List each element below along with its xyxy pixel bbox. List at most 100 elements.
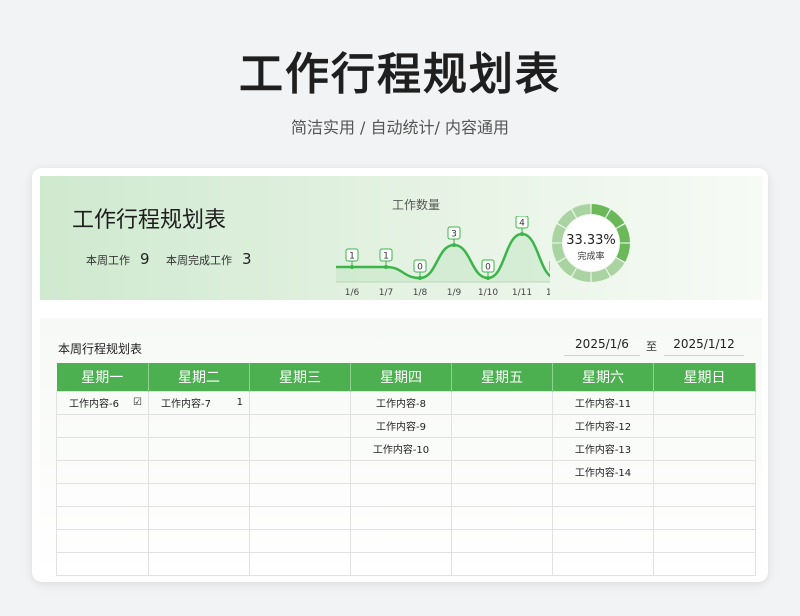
schedule-cell[interactable] [350, 482, 452, 507]
task-label: 工作内容-9 [376, 422, 426, 433]
date-to-field[interactable]: 2025/1/12 [664, 334, 744, 356]
week-done-stat: 本周完成工作 3 [166, 250, 252, 268]
schedule-cell[interactable]: 工作内容-13 [552, 436, 654, 461]
schedule-card: 工作行程规划表 本周工作 9 本周完成工作 3 工作数量 1 1/6 1 1/7 0 1/… [32, 168, 768, 582]
weekly-table-title: 本周行程规划表 [58, 342, 143, 356]
data-label: 1 [349, 252, 355, 262]
schedule-cell[interactable] [653, 459, 756, 484]
schedule-cell[interactable] [249, 413, 351, 438]
schedule-cell[interactable] [56, 482, 149, 507]
week-work-label: 本周工作 [86, 254, 130, 267]
x-tick-label: 1/7 [379, 288, 393, 296]
schedule-cell[interactable] [653, 390, 756, 415]
schedule-cell[interactable] [653, 436, 756, 461]
schedule-cell[interactable] [451, 459, 553, 484]
schedule-cell[interactable] [451, 413, 553, 438]
schedule-cell[interactable] [653, 528, 756, 553]
weekday-header: 星期五 [451, 363, 553, 391]
schedule-cell[interactable] [249, 551, 351, 576]
table-row: 工作内容-14 [56, 459, 756, 484]
schedule-cell[interactable]: 工作内容-9 [350, 413, 452, 438]
weekday-header: 星期四 [350, 363, 452, 391]
schedule-cell[interactable] [451, 482, 553, 507]
schedule-cell[interactable] [350, 551, 452, 576]
weekly-schedule-table: 星期一 星期二 星期三 星期四 星期五 星期六 星期日 工作内容-6 ☑ 工作内容-7 1 工作内容… [56, 363, 756, 576]
task-label: 工作内容-7 [161, 399, 211, 410]
schedule-cell[interactable] [56, 459, 149, 484]
schedule-cell[interactable] [653, 413, 756, 438]
schedule-cell[interactable] [249, 459, 351, 484]
table-row [56, 528, 756, 553]
schedule-cell[interactable] [350, 459, 452, 484]
schedule-cell[interactable] [552, 528, 654, 553]
schedule-cell[interactable] [451, 436, 553, 461]
schedule-cell[interactable] [56, 436, 149, 461]
schedule-cell[interactable] [552, 482, 654, 507]
work-count-line-chart: 11/611/701/831/901/1041/1101/12 [336, 216, 550, 296]
chart-title: 工作数量 [392, 198, 441, 212]
schedule-cell[interactable] [148, 551, 250, 576]
task-label: 工作内容-13 [574, 445, 632, 456]
date-from-field[interactable]: 2025/1/6 [564, 334, 640, 356]
task-label: 工作内容-6 [69, 399, 119, 410]
series-area [336, 234, 550, 282]
x-tick-label: 1/10 [478, 288, 498, 296]
schedule-cell[interactable]: 工作内容-12 [552, 413, 654, 438]
summary-panel: 工作行程规划表 本周工作 9 本周完成工作 3 工作数量 1 1/6 1 1/7 0 1/… [40, 176, 762, 300]
schedule-cell[interactable] [148, 528, 250, 553]
checkbox-icon[interactable]: ☑ [133, 397, 142, 408]
schedule-cell[interactable]: 工作内容-7 1 [148, 390, 250, 415]
schedule-cell[interactable] [350, 505, 452, 530]
schedule-cell[interactable] [56, 551, 149, 576]
date-separator: 至 [646, 340, 657, 353]
table-row [56, 505, 756, 530]
data-label: 0 [417, 263, 423, 273]
schedule-cell[interactable] [148, 459, 250, 484]
week-done-value: 3 [242, 250, 252, 268]
table-row [56, 482, 756, 507]
schedule-cell[interactable] [148, 505, 250, 530]
task-label: 工作内容-14 [574, 468, 632, 479]
task-label: 工作内容-10 [372, 445, 430, 456]
schedule-cell[interactable]: 工作内容-14 [552, 459, 654, 484]
schedule-cell[interactable]: 工作内容-10 [350, 436, 452, 461]
schedule-cell[interactable] [249, 482, 351, 507]
schedule-cell[interactable] [653, 505, 756, 530]
x-tick-label: 1/11 [512, 288, 532, 296]
task-label: 工作内容-11 [574, 399, 632, 410]
schedule-cell[interactable] [56, 528, 149, 553]
weekday-header: 星期六 [552, 363, 654, 391]
data-label: 4 [519, 219, 525, 229]
table-row: 工作内容-6 ☑ 工作内容-7 1 工作内容-8 工作内容-11 [56, 390, 756, 415]
schedule-cell[interactable] [56, 413, 149, 438]
schedule-cell[interactable] [148, 436, 250, 461]
data-label: 3 [451, 230, 457, 240]
schedule-cell[interactable] [451, 505, 553, 530]
schedule-cell[interactable] [148, 413, 250, 438]
completion-value: 33.33% [566, 233, 616, 248]
schedule-cell[interactable]: 工作内容-8 [350, 390, 452, 415]
schedule-cell[interactable] [653, 482, 756, 507]
page-subtitle: 简洁实用 / 自动统计/ 内容通用 [290, 118, 510, 137]
schedule-cell[interactable] [56, 505, 149, 530]
table-row [56, 551, 756, 576]
schedule-cell[interactable] [451, 390, 553, 415]
schedule-cell[interactable]: 工作内容-11 [552, 390, 654, 415]
schedule-cell[interactable] [350, 528, 452, 553]
table-row: 工作内容-10 工作内容-13 [56, 436, 756, 461]
schedule-cell[interactable] [249, 436, 351, 461]
schedule-cell[interactable]: 工作内容-6 ☑ [56, 390, 149, 415]
x-tick-label: 1/9 [447, 288, 462, 296]
schedule-cell[interactable] [249, 505, 351, 530]
schedule-cell[interactable] [148, 482, 250, 507]
x-tick-label: 1/12 [546, 288, 550, 296]
schedule-cell[interactable] [451, 551, 553, 576]
schedule-cell[interactable] [249, 528, 351, 553]
week-work-value: 9 [140, 250, 150, 268]
schedule-cell[interactable] [552, 551, 654, 576]
schedule-cell[interactable] [552, 505, 654, 530]
schedule-cell[interactable] [653, 551, 756, 576]
weekday-header: 星期二 [148, 363, 250, 391]
schedule-cell[interactable] [249, 390, 351, 415]
schedule-cell[interactable] [451, 528, 553, 553]
